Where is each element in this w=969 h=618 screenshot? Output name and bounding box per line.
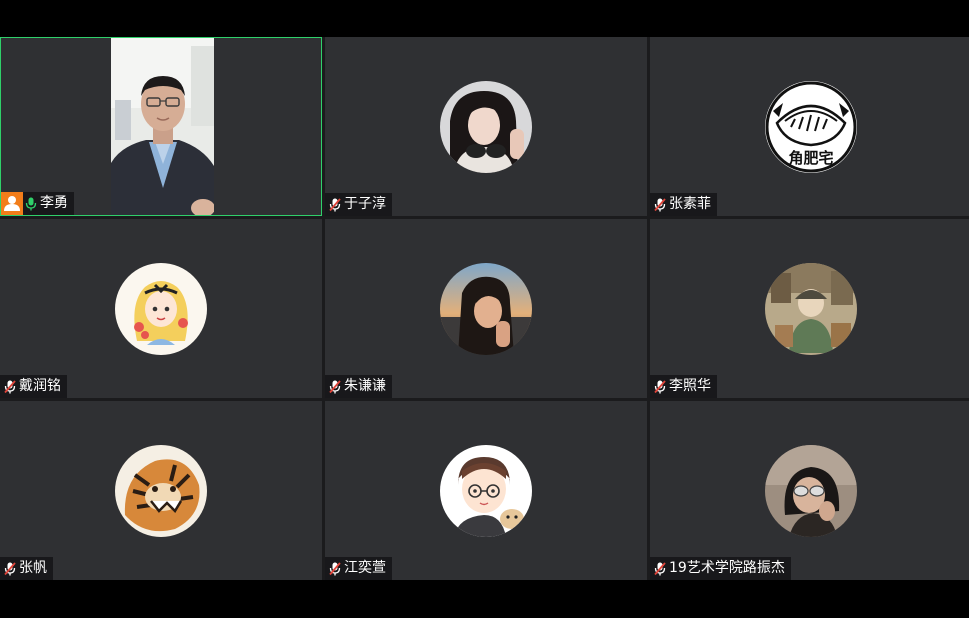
microphone-on-icon[interactable]	[25, 197, 37, 211]
participant-tile[interactable]: 角肥宅 张素菲	[650, 37, 969, 216]
participant-name: 张素菲	[669, 196, 711, 212]
participant-nameplate: 张素菲	[650, 193, 717, 216]
microphone-muted-icon[interactable]	[329, 197, 341, 212]
participant-tile-host[interactable]: 李勇	[0, 37, 322, 216]
tiger-illustration-avatar	[115, 444, 207, 537]
participant-tile[interactable]: 张帆	[0, 401, 322, 580]
participant-video	[111, 38, 214, 215]
participant-name: 江奕萱	[344, 560, 386, 576]
participant-name: 19艺术学院路振杰	[669, 560, 785, 576]
participant-tile[interactable]: 于子淳	[325, 37, 647, 216]
microphone-muted-icon[interactable]	[654, 197, 666, 212]
participant-name: 李勇	[40, 195, 68, 211]
participant-tile[interactable]: 19艺术学院路振杰	[650, 401, 969, 580]
microphone-muted-icon[interactable]	[654, 379, 666, 394]
microphone-muted-icon[interactable]	[654, 561, 666, 576]
participant-tile[interactable]: 朱谦谦	[325, 219, 647, 398]
microphone-muted-icon[interactable]	[4, 379, 16, 394]
participant-tile[interactable]: 李照华	[650, 219, 969, 398]
cartoon-alice-avatar	[115, 262, 207, 355]
participant-nameplate: 李勇	[23, 192, 74, 215]
participant-tile[interactable]: 江奕萱	[325, 401, 647, 580]
participant-name: 张帆	[19, 560, 47, 576]
participant-nameplate: 于子淳	[325, 193, 392, 216]
participant-name: 李照华	[669, 378, 711, 394]
participant-name: 朱谦谦	[344, 378, 386, 394]
gyoza-logo-avatar: 角肥宅	[765, 80, 857, 173]
participant-nameplate: 19艺术学院路振杰	[650, 557, 791, 580]
video-grid: 李勇 于子淳 角肥宅 张素菲 戴润铭 朱谦谦 李照华 张帆 江奕萱 19艺术学院…	[0, 37, 969, 580]
microphone-muted-icon[interactable]	[329, 379, 341, 394]
cartoon-boy-avatar	[440, 444, 532, 537]
participant-nameplate: 江奕萱	[325, 557, 392, 580]
participant-name: 于子淳	[344, 196, 386, 212]
participant-name: 戴润铭	[19, 378, 61, 394]
microphone-muted-icon[interactable]	[4, 561, 16, 576]
person-glasses-avatar	[765, 444, 857, 537]
participant-nameplate: 朱谦谦	[325, 375, 392, 398]
participant-nameplate: 张帆	[0, 557, 53, 580]
girl-sunset-avatar	[440, 262, 532, 355]
participant-nameplate: 戴润铭	[0, 375, 67, 398]
host-icon	[1, 192, 23, 215]
participant-tile[interactable]: 戴润铭	[0, 219, 322, 398]
girl-headphones-avatar	[440, 80, 532, 173]
microphone-muted-icon[interactable]	[329, 561, 341, 576]
participant-nameplate: 李照华	[650, 375, 717, 398]
illustration-avatar	[765, 262, 857, 355]
avatar-logo-text: 角肥宅	[788, 149, 833, 167]
